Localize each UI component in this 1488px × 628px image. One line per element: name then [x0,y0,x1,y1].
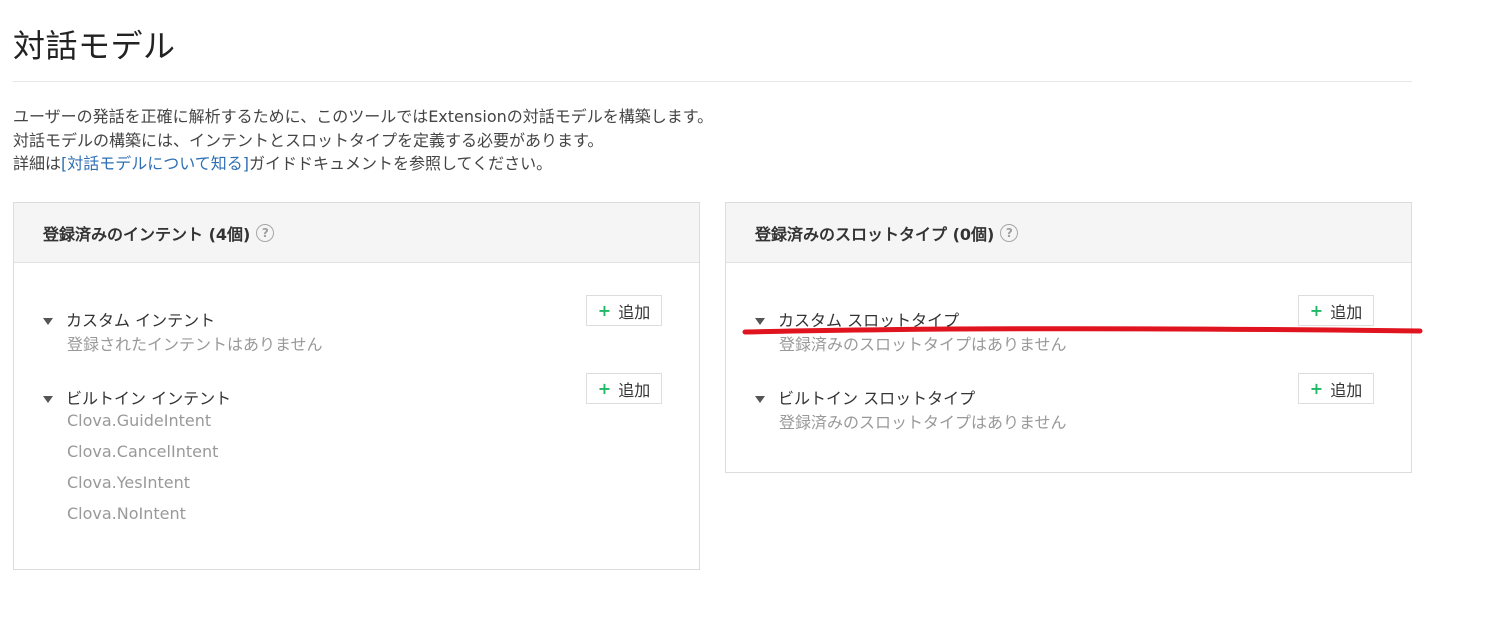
builtin-slot-type-toggle[interactable]: ビルトイン スロットタイプ [755,388,975,410]
triangle-down-icon [43,317,53,325]
plus-icon: + [1309,300,1324,320]
help-icon[interactable]: ? [256,223,275,242]
list-item[interactable]: Clova.YesIntent [67,467,218,498]
page-description: ユーザーの発話を正確に解析するために、このツールではExtensionの対話モデ… [13,105,713,176]
add-custom-slot-type-label: 追加 [1330,302,1363,322]
slots-panel-title: 登録済みのスロットタイプ (0個) [755,224,995,244]
custom-intent-empty-message: 登録されたインテントはありません [67,335,323,354]
list-item[interactable]: Clova.NoIntent [67,498,218,529]
add-builtin-intent-label: 追加 [618,380,651,400]
add-builtin-intent-button[interactable]: + 追加 [586,373,662,404]
intents-panel-title: 登録済みのインテント (4個) [43,224,251,244]
plus-icon: + [597,378,612,398]
add-custom-slot-type-button[interactable]: + 追加 [1298,295,1374,326]
triangle-down-icon [755,317,765,325]
description-line-3-suffix: ガイドドキュメントを参照してください。 [249,154,553,173]
page: 対話モデル ユーザーの発話を正確に解析するために、このツールではExtensio… [0,0,1488,628]
custom-slot-type-toggle[interactable]: カスタム スロットタイプ [755,310,959,332]
title-divider [13,81,1412,82]
dialog-model-guide-link[interactable]: [対話モデルについて知る] [61,154,249,173]
builtin-slot-type-title: ビルトイン スロットタイプ [778,389,976,408]
triangle-down-icon [43,395,53,403]
list-item[interactable]: Clova.GuideIntent [67,405,218,436]
intents-panel-header: 登録済みのインテント (4個) ? [14,203,699,263]
builtin-intent-list: Clova.GuideIntent Clova.CancelIntent Clo… [67,405,218,529]
triangle-down-icon [755,395,765,403]
slots-panel-header: 登録済みのスロットタイプ (0個) ? [726,203,1411,263]
list-item[interactable]: Clova.CancelIntent [67,436,218,467]
description-line-3: 詳細は[対話モデルについて知る]ガイドドキュメントを参照してください。 [13,152,713,176]
custom-intent-title: カスタム インテント [66,311,216,330]
custom-slot-type-title: カスタム スロットタイプ [778,311,960,330]
description-line-2: 対話モデルの構築には、インテントとスロットタイプを定義する必要があります。 [13,130,604,150]
add-builtin-slot-type-button[interactable]: + 追加 [1298,373,1374,404]
registered-intents-panel: 登録済みのインテント (4個) ? カスタム インテント + 追加 登録されたイン… [13,202,700,570]
plus-icon: + [1309,378,1324,398]
description-line-1: ユーザーの発話を正確に解析するために、このツールではExtensionの対話モデ… [13,107,714,126]
add-custom-intent-label: 追加 [618,302,651,322]
plus-icon: + [597,300,612,320]
registered-slot-types-panel: 登録済みのスロットタイプ (0個) ? カスタム スロットタイプ + 追加 登録済… [725,202,1412,473]
builtin-slot-type-empty-message: 登録済みのスロットタイプはありません [779,413,1067,432]
custom-slot-type-empty-message: 登録済みのスロットタイプはありません [779,335,1067,354]
description-line-3-prefix: 詳細は [13,154,62,173]
help-icon[interactable]: ? [1000,223,1019,242]
page-title: 対話モデル [13,27,176,65]
add-custom-intent-button[interactable]: + 追加 [586,295,662,326]
custom-intent-toggle[interactable]: カスタム インテント [43,310,215,332]
add-builtin-slot-type-label: 追加 [1330,380,1363,400]
